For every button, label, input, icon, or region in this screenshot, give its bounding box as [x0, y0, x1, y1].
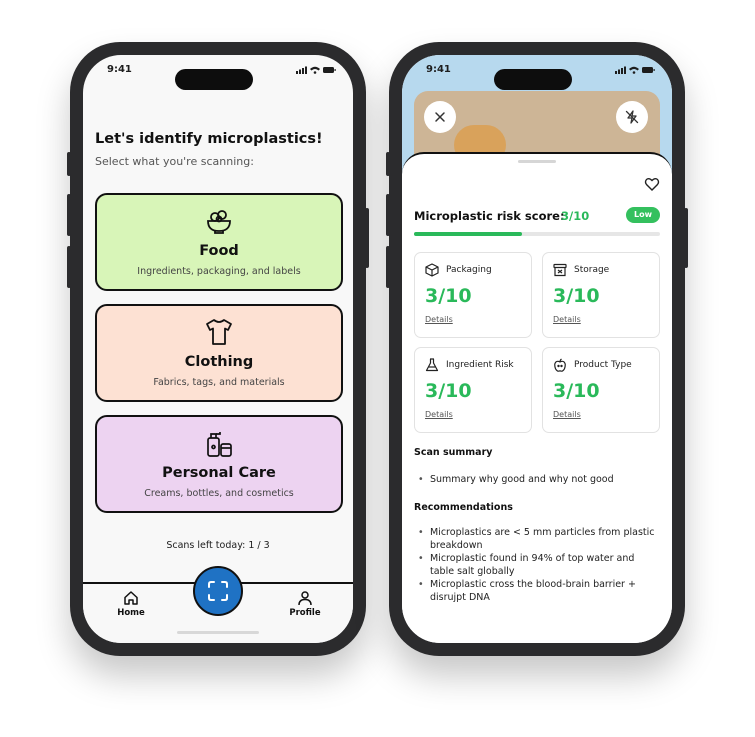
results-sheet: Microplastic risk score: 3/10 Low Packag…: [402, 152, 672, 643]
scan-frame-icon: [208, 581, 228, 601]
packaging-details-link[interactable]: Details: [425, 315, 453, 324]
recommendations-title: Recommendations: [414, 502, 513, 513]
risk-progress-bar: [414, 232, 660, 236]
home-indicator: [177, 631, 259, 634]
ingredient-risk-metric-card: Ingredient Risk 3/10 Details: [414, 347, 532, 433]
storage-label: Storage: [574, 265, 610, 275]
volume-down-button: [67, 246, 71, 288]
status-icons: [615, 66, 655, 74]
risk-level-badge: Low: [626, 207, 660, 223]
scan-result-screen: 9:41 Microplastic risk score: 3/10 Low P…: [402, 55, 672, 643]
product-type-details-link[interactable]: Details: [553, 410, 581, 419]
page-title: Let's identify microplastics!: [95, 131, 323, 147]
dynamic-island: [175, 69, 253, 90]
volume-up-button: [386, 194, 390, 236]
phone-left: 9:41 Let's identify microplastics! Selec…: [67, 42, 369, 656]
status-time: 9:41: [426, 64, 451, 75]
tab-profile-label: Profile: [289, 608, 321, 618]
clothing-card-title: Clothing: [184, 354, 254, 370]
ingredient-risk-value: 3/10: [425, 380, 472, 402]
food-card-title: Food: [199, 243, 239, 259]
flash-toggle-button[interactable]: [616, 101, 648, 133]
dynamic-island: [494, 69, 572, 90]
storage-bin-icon: [553, 263, 567, 277]
ingredient-risk-label: Ingredient Risk: [446, 360, 514, 370]
tab-profile[interactable]: Profile: [275, 590, 335, 618]
mute-switch: [67, 152, 71, 176]
list-item: Microplastics are < 5 mm particles from …: [418, 527, 656, 552]
mute-switch: [386, 152, 390, 176]
list-item: Summary why good and why not good: [418, 474, 656, 487]
risk-progress-fill: [414, 232, 523, 236]
volume-up-button: [67, 194, 71, 236]
favorite-heart-icon[interactable]: [644, 176, 660, 192]
profile-icon: [298, 591, 312, 606]
status-icons: [296, 66, 336, 74]
packaging-metric-card: Packaging 3/10 Details: [414, 252, 532, 338]
box-icon: [425, 263, 439, 277]
food-card[interactable]: Food Ingredients, packaging, and labels: [95, 193, 343, 291]
recommendations-list: Microplastics are < 5 mm particles from …: [418, 527, 656, 605]
clothing-card-description: Fabrics, tags, and materials: [153, 377, 285, 388]
scan-summary-title: Scan summary: [414, 447, 493, 458]
close-button[interactable]: [424, 101, 456, 133]
personal-care-card-title: Personal Care: [162, 465, 276, 481]
food-card-description: Ingredients, packaging, and labels: [137, 266, 301, 277]
product-type-label: Product Type: [574, 360, 632, 370]
tab-home[interactable]: Home: [101, 590, 161, 618]
product-type-metric-card: Product Type 3/10 Details: [542, 347, 660, 433]
close-icon: [435, 112, 445, 122]
scan-select-screen: 9:41 Let's identify microplastics! Selec…: [83, 55, 353, 643]
packaging-label: Packaging: [446, 265, 492, 275]
home-icon: [124, 591, 138, 605]
food-bowl-icon: [207, 210, 231, 234]
tshirt-icon: [206, 319, 232, 345]
list-item: Microplastic found in 94% of top water a…: [418, 553, 656, 578]
power-button: [365, 208, 369, 268]
ingredient-risk-details-link[interactable]: Details: [425, 410, 453, 419]
clothing-card[interactable]: Clothing Fabrics, tags, and materials: [95, 304, 343, 402]
storage-value: 3/10: [553, 285, 600, 307]
storage-details-link[interactable]: Details: [553, 315, 581, 324]
product-type-value: 3/10: [553, 380, 600, 402]
risk-score-label: Microplastic risk score:: [414, 209, 565, 223]
cosmetics-icon: [207, 432, 232, 457]
storage-metric-card: Storage 3/10 Details: [542, 252, 660, 338]
personal-care-card-description: Creams, bottles, and cosmetics: [144, 488, 294, 499]
personal-care-card[interactable]: Personal Care Creams, bottles, and cosme…: [95, 415, 343, 513]
apple-icon: [554, 358, 566, 372]
page-subtitle: Select what you're scanning:: [95, 155, 254, 168]
scan-button[interactable]: [193, 566, 243, 616]
phone-right: 9:41 Microplastic risk score: 3/10 Low P…: [386, 42, 688, 656]
volume-down-button: [386, 246, 390, 288]
tab-home-label: Home: [117, 608, 145, 618]
sheet-grabber[interactable]: [518, 160, 556, 163]
risk-score-value: 3/10: [561, 209, 590, 223]
status-time: 9:41: [107, 64, 132, 75]
power-button: [684, 208, 688, 268]
scan-summary-list: Summary why good and why not good: [418, 474, 656, 487]
packaging-value: 3/10: [425, 285, 472, 307]
flask-icon: [425, 358, 439, 372]
list-item: Microplastic cross the blood-brain barri…: [418, 579, 656, 604]
flash-off-icon: [625, 110, 639, 124]
scans-left-counter: Scans left today: 1 / 3: [166, 540, 270, 551]
